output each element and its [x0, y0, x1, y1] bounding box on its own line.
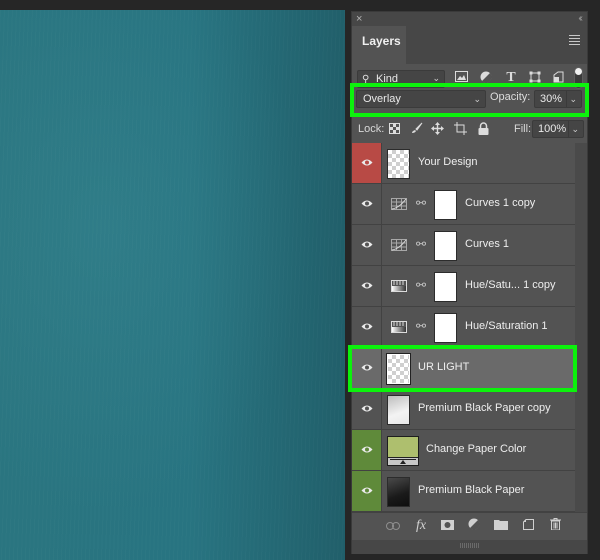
layer-mask-thumbnail[interactable] — [434, 190, 457, 220]
lock-row: Lock: Fill: 100% ⌄ — [352, 117, 587, 143]
chevron-down-icon[interactable]: ⌄ — [569, 91, 577, 107]
fill-label: Fill: — [514, 123, 532, 135]
fx-icon[interactable]: fx — [413, 518, 429, 534]
visibility-toggle[interactable] — [352, 307, 382, 347]
layer-row-hue-saturation-1-copy[interactable]: ⚯ Hue/Satu... 1 copy — [352, 266, 575, 307]
lock-artboard-icon[interactable] — [453, 122, 467, 136]
layer-row-premium-black-paper[interactable]: Premium Black Paper — [352, 471, 575, 512]
visibility-toggle[interactable] — [352, 348, 382, 388]
layer-name: Your Design — [418, 156, 478, 168]
visibility-toggle[interactable] — [352, 389, 382, 429]
eye-icon — [361, 487, 373, 494]
layer-name: Premium Black Paper copy — [418, 402, 551, 414]
lock-transparent-pixels-icon[interactable] — [389, 122, 403, 136]
visibility-toggle[interactable] — [352, 266, 382, 306]
layer-mask-thumbnail[interactable] — [434, 231, 457, 261]
layer-row-curves-1[interactable]: ⚯ Curves 1 — [352, 225, 575, 266]
layer-name: Curves 1 copy — [465, 197, 536, 209]
opacity-label: Opacity: — [490, 91, 531, 103]
layer-row-change-paper-color[interactable]: Change Paper Color — [352, 430, 575, 471]
layer-row-curves-1-copy[interactable]: ⚯ Curves 1 copy — [352, 184, 575, 225]
layer-name: UR LIGHT — [418, 361, 470, 373]
eye-icon — [361, 405, 373, 412]
hue-saturation-adjustment-icon — [391, 280, 407, 292]
curves-adjustment-icon — [391, 239, 407, 251]
blend-mode-select[interactable]: Overlay ⌄ — [356, 90, 486, 108]
mask-link-icon[interactable]: ⚯ — [416, 319, 426, 333]
layer-row-your-design[interactable]: Your Design — [352, 143, 575, 184]
lock-label: Lock: — [358, 123, 385, 135]
panel-tab-bar: Layers — [352, 26, 587, 64]
link-layers-icon[interactable] — [385, 518, 401, 534]
opacity-value: 30% — [540, 93, 563, 105]
eye-icon — [361, 364, 373, 371]
curves-adjustment-icon — [391, 198, 407, 210]
eye-icon — [361, 323, 373, 330]
mask-link-icon[interactable]: ⚯ — [416, 278, 426, 292]
layer-name: Premium Black Paper — [418, 484, 525, 496]
layer-thumbnail — [387, 395, 410, 425]
layer-thumbnail — [387, 149, 410, 179]
fill-field[interactable]: 100% ⌄ — [532, 120, 584, 138]
eye-icon — [361, 241, 373, 248]
adjustment-layer-icon[interactable] — [466, 518, 482, 534]
fill-layer-thumbnail — [387, 436, 419, 466]
visibility-toggle[interactable] — [352, 430, 382, 470]
new-group-icon[interactable] — [493, 518, 509, 534]
mask-link-icon[interactable]: ⚯ — [416, 237, 426, 251]
panel-title-bar[interactable]: × ‹‹ — [352, 12, 587, 26]
layer-row-ur-light[interactable]: UR LIGHT — [352, 348, 575, 389]
layer-name: Hue/Saturation 1 — [465, 320, 548, 332]
blend-opacity-row-highlight: Overlay ⌄ Opacity: 30% ⌄ — [350, 83, 589, 117]
visibility-toggle[interactable] — [352, 471, 382, 511]
tab-layers[interactable]: Layers — [352, 26, 406, 64]
layer-name: Hue/Satu... 1 copy — [465, 279, 556, 291]
layers-scrollbar[interactable] — [575, 143, 587, 512]
visibility-toggle[interactable] — [352, 225, 382, 265]
hamburger-menu-icon[interactable] — [569, 35, 580, 47]
add-mask-icon[interactable] — [439, 518, 455, 534]
hue-saturation-adjustment-icon — [391, 321, 407, 333]
layer-thumbnail — [387, 477, 410, 507]
layer-row-premium-black-paper-copy[interactable]: Premium Black Paper copy — [352, 389, 575, 430]
collapse-icon[interactable]: ‹‹ — [578, 12, 582, 26]
lock-all-icon[interactable] — [476, 122, 490, 136]
layers-bottom-toolbar: fx — [352, 512, 587, 539]
fill-value: 100% — [538, 123, 567, 135]
layer-thumbnail — [386, 353, 411, 385]
layers-list: Your Design ⚯ Curves 1 copy ⚯ Curves 1 ⚯… — [352, 143, 575, 512]
layers-panel: × ‹‹ Layers ⚲ Kind ⌄ T Overlay ⌄ Opacity… — [348, 11, 589, 554]
layer-row-hue-saturation-1[interactable]: ⚯ Hue/Saturation 1 — [352, 307, 575, 348]
eye-icon — [361, 159, 373, 166]
layer-name: Change Paper Color — [426, 443, 527, 455]
visibility-toggle[interactable] — [352, 184, 382, 224]
opacity-field[interactable]: 30% ⌄ — [534, 90, 582, 108]
close-icon[interactable]: × — [356, 12, 362, 26]
eye-icon — [361, 282, 373, 289]
document-canvas[interactable] — [0, 10, 345, 560]
photoshop-window: × ‹‹ Layers ⚲ Kind ⌄ T Overlay ⌄ Opacity… — [0, 0, 600, 560]
chevron-down-icon[interactable]: ⌄ — [571, 121, 579, 137]
eye-icon — [361, 200, 373, 207]
lock-position-icon[interactable] — [430, 122, 444, 136]
layer-name: Curves 1 — [465, 238, 510, 250]
mask-link-icon[interactable]: ⚯ — [416, 196, 426, 210]
eye-icon — [361, 446, 373, 453]
delete-icon[interactable] — [547, 518, 563, 534]
new-layer-icon[interactable] — [520, 518, 536, 534]
layer-mask-thumbnail[interactable] — [434, 272, 457, 302]
resize-grip[interactable] — [460, 543, 480, 548]
blend-mode-value: Overlay — [363, 93, 401, 105]
visibility-toggle[interactable] — [352, 143, 382, 183]
lock-image-pixels-icon[interactable] — [410, 122, 424, 136]
layer-mask-thumbnail[interactable] — [434, 313, 457, 343]
chevron-down-icon: ⌄ — [473, 94, 481, 104]
